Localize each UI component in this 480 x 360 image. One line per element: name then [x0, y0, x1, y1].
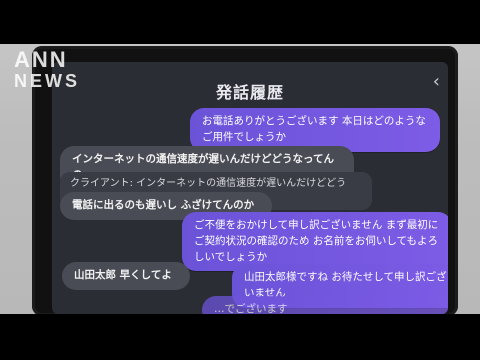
message-right: ご不便をおかけして申し訳ございません まず最初にご契約状況の確認のため お名前を… — [182, 212, 448, 272]
frame: 発話履歴 ‹ お電話ありがとうございます 本日はどのようなご用件でしょうか イン… — [0, 0, 480, 360]
message-left: 山田太郎 早くしてよ — [62, 262, 190, 290]
chevron-left-icon[interactable]: ‹ — [433, 71, 440, 92]
ann-news-logo: ANN NEWS — [14, 47, 80, 92]
logo-line-2: NEWS — [14, 71, 80, 91]
page-title: 発話履歴 — [215, 83, 284, 102]
bottom-black-bar — [0, 314, 480, 360]
chat-screen: 発話履歴 ‹ お電話ありがとうございます 本日はどのようなご用件でしょうか イン… — [52, 62, 448, 314]
message-right: …でございます — [202, 296, 448, 314]
logo-line-1: ANN — [14, 47, 68, 72]
top-black-bar — [0, 0, 480, 44]
message-right: お電話ありがとうございます 本日はどのようなご用件でしょうか — [190, 108, 440, 152]
